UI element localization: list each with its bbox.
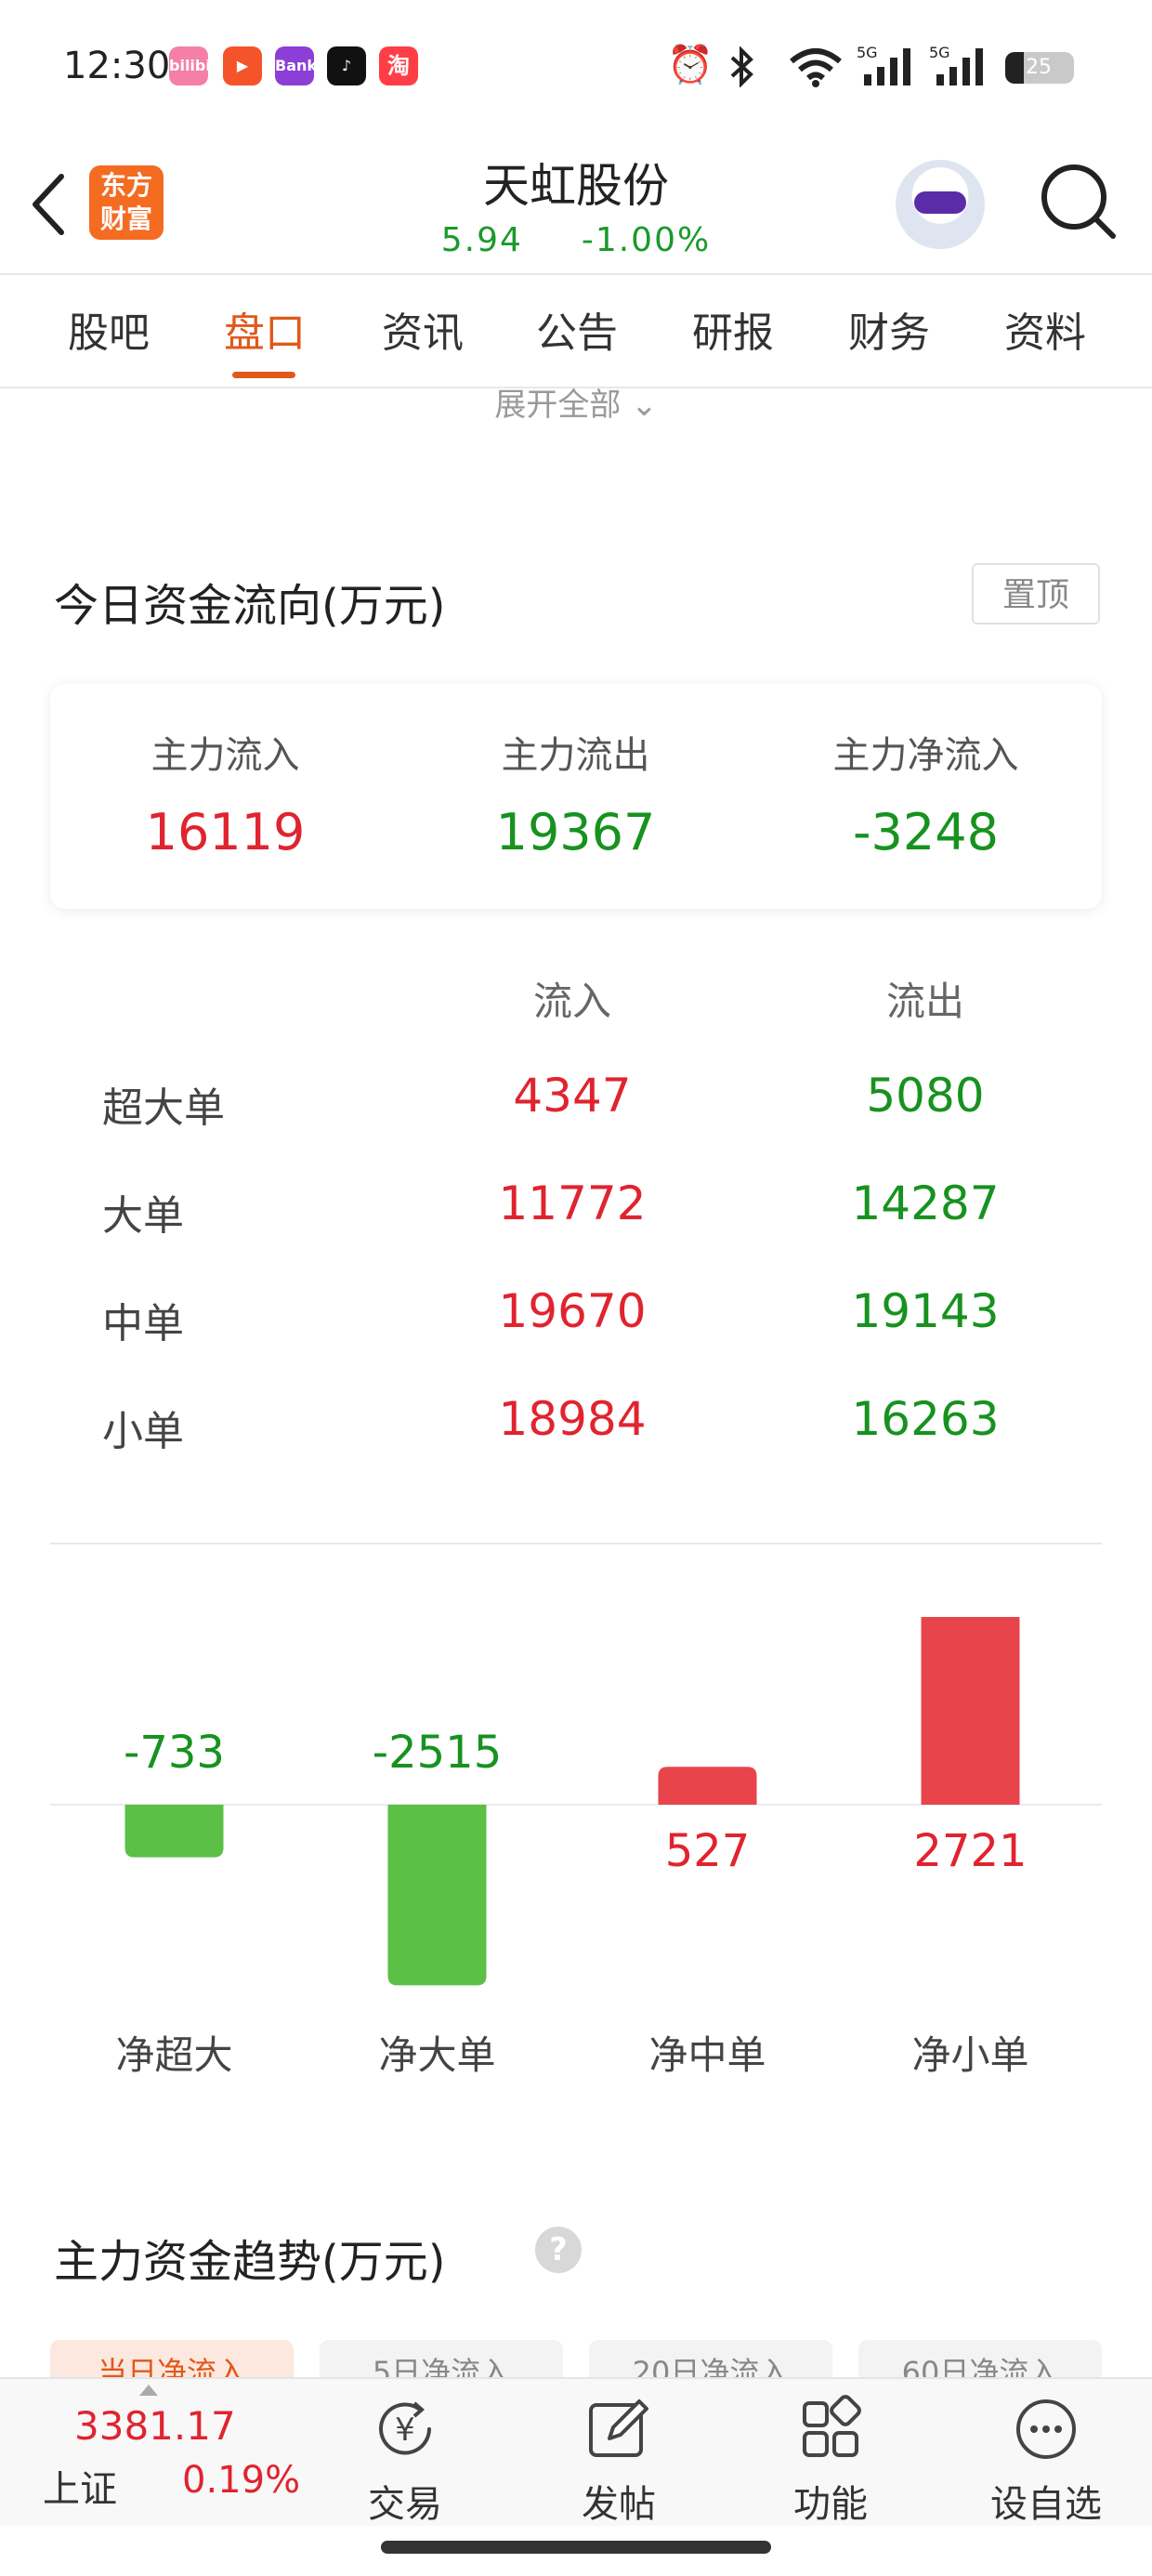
summary-label: 主力净流入	[832, 734, 1019, 777]
pin-to-top-button[interactable]: 置顶	[972, 563, 1100, 624]
outflow-cell: 5080	[866, 1069, 985, 1123]
grid-icon	[803, 2395, 861, 2457]
svg-text:5G: 5G	[929, 44, 950, 61]
battery-icon: 25	[1005, 52, 1074, 84]
assistant-robot-avatar[interactable]	[896, 160, 985, 249]
caret-up-icon	[139, 2385, 158, 2396]
tab-guba[interactable]: 股吧	[58, 299, 160, 359]
tab-announcements[interactable]: 公告	[526, 299, 628, 359]
search-icon[interactable]	[1037, 160, 1120, 243]
row-label: 超大单	[102, 1084, 225, 1132]
index-change-pct: 0.19%	[182, 2459, 301, 2502]
tab-pankou[interactable]: 盘口	[214, 299, 316, 359]
tab-news[interactable]: 资讯	[372, 299, 474, 359]
chart-value-label: 2721	[913, 1825, 1027, 1877]
help-icon[interactable]: ?	[535, 2227, 582, 2273]
stock-price: 5.94	[440, 221, 523, 259]
chart-category-label: 净超大	[115, 2032, 232, 2078]
chart-bar-3	[921, 1617, 1020, 1805]
video-app-icon: ▶	[223, 46, 262, 85]
header-divider	[0, 273, 1152, 275]
row-label: 小单	[102, 1408, 184, 1455]
chart-value-label: -733	[124, 1727, 225, 1779]
bluetooth-icon	[730, 46, 753, 87]
taobao-app-icon: 淘	[379, 46, 418, 85]
summary-label: 主力流入	[151, 734, 300, 777]
outflow-cell: 16263	[851, 1392, 1000, 1446]
trade-yen-icon: ¥	[379, 2401, 431, 2455]
chart-value-label: 527	[665, 1825, 751, 1877]
stock-change: -1.00%	[581, 221, 712, 259]
status-time: 12:30	[63, 45, 171, 87]
nav-functions[interactable]: 功能	[766, 2392, 896, 2528]
outflow-cell: 14287	[851, 1176, 1000, 1230]
main-net-inflow-value: -3248	[853, 803, 999, 861]
row-label: 大单	[102, 1192, 184, 1240]
chart-category-label: 净小单	[911, 2032, 1028, 2078]
chevron-down-icon: ⌄	[631, 387, 658, 424]
column-header-outflow: 流出	[885, 979, 964, 1024]
tab-finance[interactable]: 财务	[838, 299, 940, 359]
fund-flow-summary-card: 主力流入 主力流出 主力净流入 16119 19367 -3248	[50, 684, 1102, 909]
svg-text:¥: ¥	[395, 2412, 415, 2449]
stock-quote: 5.94 -1.00%	[0, 221, 1152, 259]
inflow-cell: 11772	[498, 1176, 647, 1230]
chart-bar-1	[387, 1805, 487, 1986]
column-header-inflow: 流入	[532, 979, 611, 1024]
tab-profile[interactable]: 资料	[994, 299, 1096, 359]
bilibili-app-icon: bilibili	[169, 46, 221, 85]
main-outflow-value: 19367	[495, 803, 656, 861]
chart-category-label: 净大单	[378, 2032, 495, 2078]
chart-value-label: -2515	[373, 1727, 502, 1779]
more-icon	[1016, 2399, 1076, 2459]
nav-add-watchlist[interactable]: 设自选	[981, 2392, 1111, 2528]
status-bar: 12:30 bilibili ▶ Bank ♪ 淘 ⏰ 5G 5G 25	[0, 0, 1152, 139]
nav-trade[interactable]: ¥ 交易	[340, 2392, 470, 2528]
wifi-icon	[790, 48, 842, 87]
battery-level: 25	[1026, 56, 1052, 79]
summary-label: 主力流出	[501, 734, 650, 777]
fund-flow-title: 今日资金流向(万元)	[54, 580, 446, 632]
tab-research[interactable]: 研报	[682, 299, 784, 359]
expand-all-link[interactable]: 展开全部 ⌄	[0, 379, 1152, 425]
svg-text:5G: 5G	[857, 44, 878, 61]
signal-5g-icon: 5G	[857, 44, 910, 85]
alarm-icon: ⏰	[667, 44, 713, 86]
chart-category-label: 净中单	[648, 2032, 766, 2078]
nav-post[interactable]: 发帖	[554, 2392, 684, 2528]
inflow-cell: 19670	[498, 1284, 647, 1338]
chart-bar-0	[124, 1805, 224, 1858]
bank-app-icon: Bank	[275, 46, 317, 85]
main-inflow-value: 16119	[145, 803, 306, 861]
signal-5g-icon: 5G	[929, 44, 983, 85]
active-tab-indicator	[232, 372, 295, 378]
outflow-cell: 19143	[851, 1284, 1000, 1338]
bottom-toolbar: 3381.17 上证 0.19% ¥ 交易 发帖 功能 设自选	[0, 2377, 1152, 2526]
inflow-cell: 18984	[498, 1392, 647, 1446]
row-label: 中单	[102, 1300, 184, 1347]
home-indicator	[381, 2541, 771, 2554]
net-flow-bar-chart: -733 净超大 -2515 净大单 527 净中单 2721 净小单	[50, 1617, 1102, 2078]
inflow-cell: 4347	[513, 1069, 632, 1123]
index-name: 上证	[43, 2468, 117, 2511]
chart-bar-2	[658, 1767, 757, 1805]
trend-title: 主力资金趋势(万元)	[54, 2236, 446, 2288]
table-divider	[50, 1543, 1102, 1544]
compose-icon	[589, 2399, 648, 2457]
index-value[interactable]: 3381.17	[74, 2403, 236, 2449]
tiktok-app-icon: ♪	[327, 46, 366, 85]
